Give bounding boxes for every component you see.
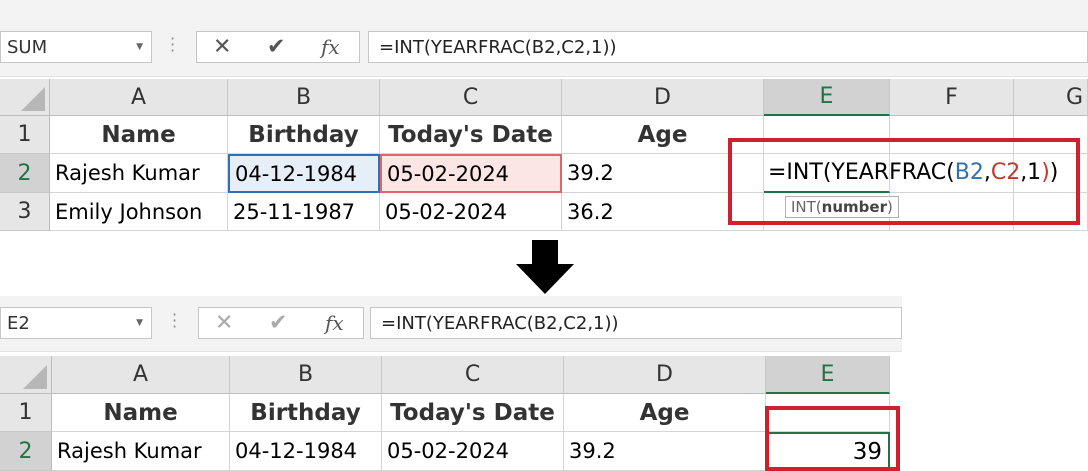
cell-a2[interactable]: Rajesh Kumar: [50, 154, 228, 193]
insert-function-icon[interactable]: fx: [321, 35, 340, 59]
col-header-c[interactable]: C: [382, 356, 564, 394]
name-box-value: SUM: [7, 36, 48, 58]
cell-b2[interactable]: 04-12-1984: [230, 432, 382, 471]
down-arrow-icon: [516, 240, 574, 294]
confirm-icon[interactable]: ✔: [269, 311, 287, 336]
formula-tools-bottom: ✕ ✔ fx: [198, 307, 364, 339]
name-box-value: E2: [7, 312, 30, 334]
name-box-top[interactable]: SUM ▼: [0, 31, 152, 63]
cell-a1[interactable]: Name: [50, 116, 228, 154]
col-header-a[interactable]: A: [52, 356, 230, 394]
row-header-2[interactable]: 2: [0, 432, 52, 471]
cell-c3[interactable]: 05-02-2024: [380, 193, 562, 231]
row-header-1[interactable]: 1: [0, 116, 50, 154]
cell-a2[interactable]: Rajesh Kumar: [52, 432, 230, 471]
cell-c1[interactable]: Today's Date: [380, 116, 562, 154]
row-header-2[interactable]: 2: [0, 154, 50, 193]
col-header-c[interactable]: C: [380, 79, 562, 116]
cell-b1[interactable]: Birthday: [228, 116, 380, 154]
formula-text: =INT(YEARFRAC(B2,C2,1)): [381, 312, 619, 334]
cell-a1[interactable]: Name: [52, 394, 230, 432]
highlight-box-result: [765, 406, 900, 471]
col-header-g[interactable]: G: [1014, 79, 1088, 116]
drag-handle-icon[interactable]: · · ·: [170, 31, 175, 59]
cell-c2[interactable]: 05-02-2024: [382, 432, 564, 471]
select-all-corner[interactable]: [0, 356, 52, 394]
cell-d2[interactable]: 39.2: [564, 432, 766, 471]
cancel-icon[interactable]: ✕: [215, 311, 233, 336]
formula-tools-top: ✕ ✔ fx: [196, 31, 360, 63]
col-header-d[interactable]: D: [564, 356, 766, 394]
cell-b2[interactable]: 04-12-1984: [228, 154, 380, 193]
cell-b1[interactable]: Birthday: [230, 394, 382, 432]
formula-text: =INT(YEARFRAC(B2,C2,1)): [379, 36, 617, 58]
drag-handle-icon[interactable]: · · ·: [172, 307, 177, 335]
col-header-b[interactable]: B: [228, 79, 380, 116]
row-header-3[interactable]: 3: [0, 193, 50, 231]
row-header-1[interactable]: 1: [0, 394, 52, 432]
insert-function-icon[interactable]: fx: [325, 311, 344, 335]
col-header-f[interactable]: F: [890, 79, 1014, 116]
cancel-icon[interactable]: ✕: [213, 35, 231, 60]
col-header-e[interactable]: E: [766, 356, 890, 394]
cell-c2[interactable]: 05-02-2024: [380, 154, 562, 193]
cell-a3[interactable]: Emily Johnson: [50, 193, 228, 231]
chevron-down-icon[interactable]: ▼: [136, 318, 143, 328]
chevron-down-icon[interactable]: ▼: [136, 42, 143, 52]
cell-b3[interactable]: 25-11-1987: [228, 193, 380, 231]
col-header-b[interactable]: B: [230, 356, 382, 394]
formula-input-bottom[interactable]: =INT(YEARFRAC(B2,C2,1)): [370, 307, 902, 339]
cell-d1[interactable]: Age: [564, 394, 766, 432]
highlight-box-formula: [728, 138, 1080, 225]
cell-c1[interactable]: Today's Date: [382, 394, 564, 432]
confirm-icon[interactable]: ✔: [267, 35, 285, 60]
col-header-e[interactable]: E: [764, 79, 890, 116]
formula-input-top[interactable]: =INT(YEARFRAC(B2,C2,1)): [368, 31, 1088, 63]
col-header-d[interactable]: D: [562, 79, 764, 116]
col-header-a[interactable]: A: [50, 79, 228, 116]
select-all-corner[interactable]: [0, 79, 50, 116]
name-box-bottom[interactable]: E2 ▼: [0, 307, 152, 339]
